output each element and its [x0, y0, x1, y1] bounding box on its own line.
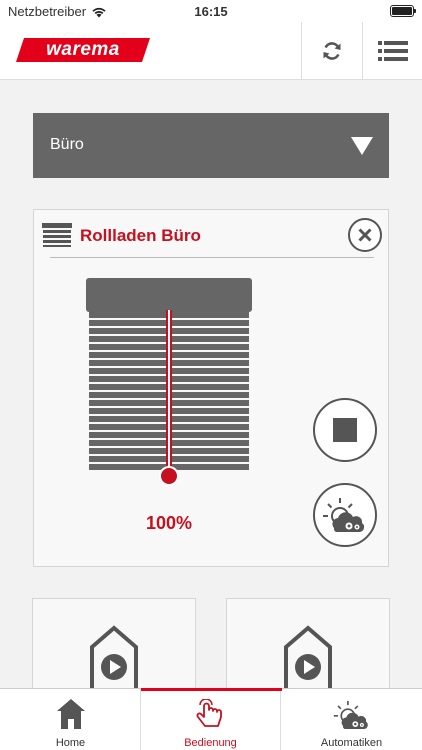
- menu-icon: [377, 41, 408, 61]
- warema-logo: warema: [16, 38, 150, 62]
- logo-text: warema: [46, 39, 120, 60]
- shutter-icon: [42, 223, 72, 247]
- app-header: warema: [0, 22, 422, 80]
- nav-automatiken[interactable]: Automatiken: [281, 689, 422, 750]
- status-bar: Netzbetreiber 16:15: [0, 0, 422, 22]
- slider-handle: [159, 466, 179, 486]
- shutter-box: [86, 278, 252, 312]
- close-icon: [358, 228, 372, 242]
- nav-automatiken-label: Automatiken: [320, 737, 383, 749]
- room-dropdown-value: Büro: [50, 136, 84, 153]
- nav-bedienung[interactable]: Bedienung: [140, 688, 282, 750]
- shutter-position-slider[interactable]: [86, 278, 252, 492]
- scene-tile[interactable]: [226, 598, 390, 698]
- active-tab-indicator: [141, 688, 282, 691]
- sync-button[interactable]: [301, 22, 361, 80]
- room-dropdown[interactable]: Büro: [33, 113, 389, 178]
- hand-tap-icon: [196, 699, 222, 727]
- sun-cloud-gear-icon: [333, 700, 368, 730]
- bottom-navigation: Home Bedienung Automatiken: [0, 688, 422, 750]
- clock: 16:15: [194, 4, 228, 19]
- close-device-button[interactable]: [348, 218, 382, 252]
- home-icon: [56, 699, 85, 729]
- nav-bedienung-label: Bedienung: [184, 737, 237, 749]
- triangle-down-icon: [351, 137, 373, 155]
- automatic-button[interactable]: [313, 483, 377, 547]
- house-play-icon: [284, 625, 332, 695]
- position-percentage: 100%: [145, 513, 193, 533]
- device-title: Rollladen Büro: [80, 226, 201, 245]
- sun-cloud-gear-icon: [323, 498, 365, 532]
- device-card: Rollladen Büro 100%: [33, 209, 389, 567]
- nav-home-label: Home: [55, 737, 86, 749]
- nav-home[interactable]: Home: [0, 689, 141, 750]
- sync-icon: [323, 42, 340, 60]
- slider-track-core: [168, 310, 170, 474]
- device-card-header: Rollladen Büro: [34, 210, 390, 258]
- house-play-icon: [90, 625, 138, 695]
- battery-icon: [390, 5, 416, 17]
- card-divider: [50, 257, 374, 258]
- menu-button[interactable]: [362, 22, 422, 80]
- stop-icon: [333, 418, 357, 442]
- scene-tile[interactable]: [32, 598, 196, 698]
- stop-button[interactable]: [313, 398, 377, 462]
